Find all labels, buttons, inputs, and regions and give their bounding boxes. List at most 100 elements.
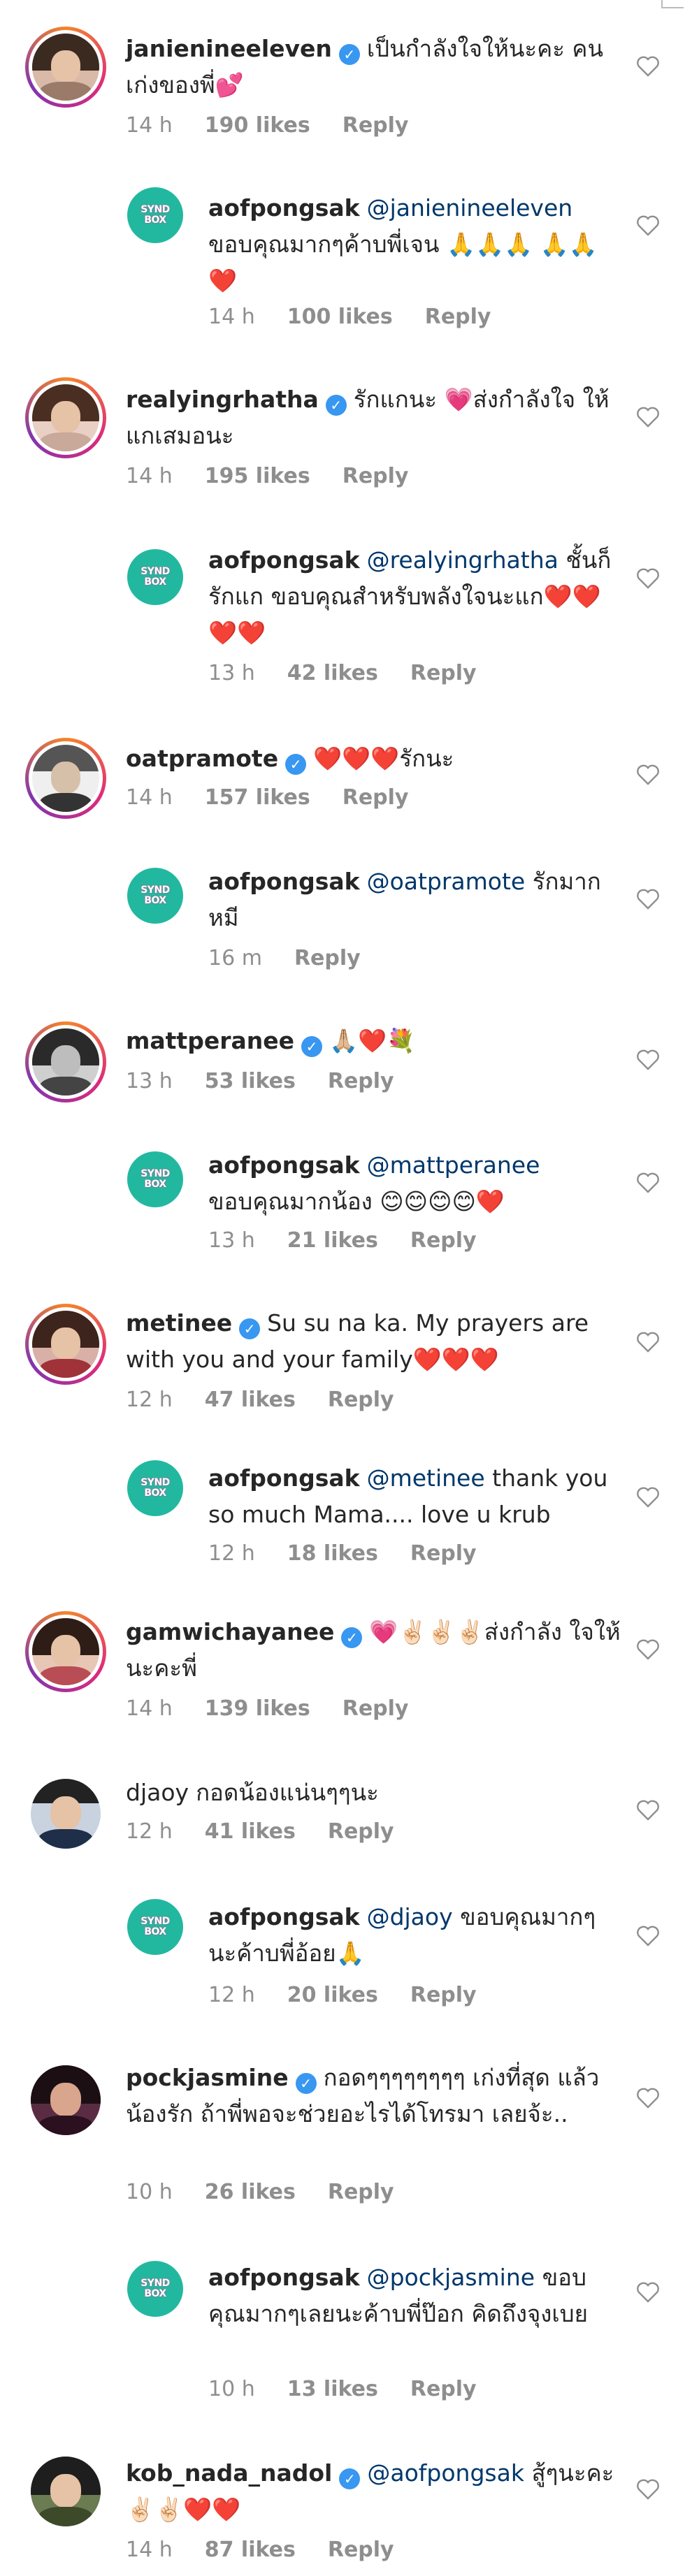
heart-outline-icon[interactable] xyxy=(636,764,660,785)
avatar[interactable]: SYND BOX xyxy=(127,187,183,243)
reply-button[interactable]: Reply xyxy=(328,2538,394,2562)
avatar[interactable] xyxy=(25,377,106,458)
likes-count[interactable]: 139 likes xyxy=(205,1696,310,1721)
timestamp: 14 h xyxy=(126,113,173,138)
heart-outline-icon[interactable] xyxy=(636,1049,660,1070)
mention-link[interactable]: @mattperanee xyxy=(367,1151,540,1179)
reply-button[interactable]: Reply xyxy=(425,305,491,329)
reply-button[interactable]: Reply xyxy=(343,1696,409,1721)
heart-outline-icon[interactable] xyxy=(636,1926,660,1946)
likes-count[interactable]: 21 likes xyxy=(287,1228,378,1253)
avatar[interactable] xyxy=(25,27,106,108)
username[interactable]: aofpongsak xyxy=(208,2264,360,2291)
mention-link[interactable]: @aofpongsak xyxy=(367,2459,524,2487)
mention-link[interactable]: @djaoy xyxy=(367,1903,453,1930)
reply-button[interactable]: Reply xyxy=(343,113,409,138)
heart-outline-icon[interactable] xyxy=(636,1332,660,1353)
heart-outline-icon[interactable] xyxy=(636,1800,660,1821)
avatar[interactable] xyxy=(31,2065,101,2135)
mention-link[interactable]: @janienineeleven xyxy=(367,194,573,221)
avatar[interactable]: SYND BOX xyxy=(127,1899,183,1955)
likes-count[interactable]: 18 likes xyxy=(287,1541,378,1566)
mention-link[interactable]: @pockjasmine xyxy=(367,2264,535,2291)
heart-outline-icon[interactable] xyxy=(636,889,660,910)
comment-text: aofpongsak @djaoy ขอบคุณมากๆนะค้าบพี่อ้อย… xyxy=(208,1899,621,1972)
reply-button[interactable]: Reply xyxy=(328,1069,394,1093)
heart-outline-icon[interactable] xyxy=(636,56,660,77)
comment-text: aofpongsak @metinee thank you so much Mam… xyxy=(208,1460,621,1533)
username[interactable]: metinee xyxy=(126,1309,232,1337)
reply-button[interactable]: Reply xyxy=(410,661,477,685)
avatar[interactable]: SYND BOX xyxy=(127,1460,183,1516)
reply-button[interactable]: Reply xyxy=(328,1819,394,1844)
reply-button[interactable]: Reply xyxy=(410,1228,477,1253)
avatar[interactable] xyxy=(25,738,106,819)
username[interactable]: kob_nada_nadol xyxy=(126,2459,332,2487)
avatar[interactable] xyxy=(31,1779,101,1849)
avatar[interactable]: SYND BOX xyxy=(127,1151,183,1207)
likes-count[interactable]: 42 likes xyxy=(287,661,378,685)
verified-badge-icon: ✓ xyxy=(239,1318,261,1339)
comment-body: 🙏🏼❤️💐 xyxy=(329,1027,416,1054)
heart-outline-icon[interactable] xyxy=(636,568,660,589)
reply-button[interactable]: Reply xyxy=(328,2180,394,2204)
comment-text: pockjasmine ✓ กอดๆๆๆๆๆๆๆๆ เก่งที่สุด แล้วน… xyxy=(126,2060,629,2132)
username[interactable]: djaoy xyxy=(126,1779,189,1806)
username[interactable]: aofpongsak xyxy=(208,1464,360,1492)
comment-text: realyingrhatha ✓ รักแกนะ 💗ส่งกำลังใจ ให้แก… xyxy=(126,381,629,454)
avatar[interactable] xyxy=(25,1611,106,1692)
timestamp: 14 h xyxy=(126,464,173,488)
username[interactable]: aofpongsak xyxy=(208,1151,360,1179)
heart-outline-icon[interactable] xyxy=(636,215,660,236)
timestamp: 12 h xyxy=(208,1541,255,1566)
heart-outline-icon[interactable] xyxy=(636,2088,660,2109)
avatar[interactable]: SYND BOX xyxy=(127,2261,183,2317)
reply-button[interactable]: Reply xyxy=(294,946,361,970)
likes-count[interactable]: 13 likes xyxy=(287,2377,378,2401)
username[interactable]: oatpramote xyxy=(126,745,278,772)
avatar[interactable] xyxy=(31,2457,101,2526)
likes-count[interactable]: 53 likes xyxy=(205,1069,296,1093)
username[interactable]: mattperanee xyxy=(126,1027,294,1054)
username[interactable]: aofpongsak xyxy=(208,194,360,221)
username[interactable]: pockjasmine xyxy=(126,2064,289,2091)
username[interactable]: aofpongsak xyxy=(208,546,360,574)
logo-text: SYND BOX xyxy=(140,1916,170,1937)
logo-text: SYND BOX xyxy=(140,566,170,588)
verified-badge-icon: ✓ xyxy=(341,1627,363,1648)
logo-text: SYND BOX xyxy=(140,2278,170,2299)
likes-count[interactable]: 195 likes xyxy=(205,464,310,488)
likes-count[interactable]: 190 likes xyxy=(205,113,310,138)
avatar[interactable]: SYND BOX xyxy=(127,549,183,605)
reply-button[interactable]: Reply xyxy=(410,1983,477,2007)
reply-button[interactable]: Reply xyxy=(343,785,409,810)
likes-count[interactable]: 47 likes xyxy=(205,1388,296,1412)
heart-outline-icon[interactable] xyxy=(636,1639,660,1660)
username[interactable]: aofpongsak xyxy=(208,1903,360,1930)
avatar[interactable]: SYND BOX xyxy=(127,868,183,924)
heart-outline-icon[interactable] xyxy=(636,2282,660,2303)
likes-count[interactable]: 87 likes xyxy=(205,2538,296,2562)
avatar[interactable] xyxy=(25,1304,106,1385)
mention-link[interactable]: @realyingrhatha xyxy=(367,546,559,574)
likes-count[interactable]: 26 likes xyxy=(205,2180,296,2204)
username[interactable]: realyingrhatha xyxy=(126,386,319,413)
reply-button[interactable]: Reply xyxy=(410,1541,477,1566)
reply-button[interactable]: Reply xyxy=(343,464,409,488)
username[interactable]: aofpongsak xyxy=(208,868,360,895)
reply-button[interactable]: Reply xyxy=(410,2377,477,2401)
heart-outline-icon[interactable] xyxy=(636,1172,660,1193)
reply-button[interactable]: Reply xyxy=(328,1388,394,1412)
username[interactable]: janienineeleven xyxy=(126,35,332,62)
mention-link[interactable]: @oatpramote xyxy=(367,868,526,895)
heart-outline-icon[interactable] xyxy=(636,407,660,428)
likes-count[interactable]: 41 likes xyxy=(205,1819,296,1844)
username[interactable]: gamwichayanee xyxy=(126,1618,334,1645)
avatar[interactable] xyxy=(25,1021,106,1103)
heart-outline-icon[interactable] xyxy=(636,1487,660,1508)
likes-count[interactable]: 100 likes xyxy=(287,305,393,329)
heart-outline-icon[interactable] xyxy=(636,2479,660,2500)
likes-count[interactable]: 20 likes xyxy=(287,1983,378,2007)
likes-count[interactable]: 157 likes xyxy=(205,785,310,810)
mention-link[interactable]: @metinee xyxy=(367,1464,485,1492)
